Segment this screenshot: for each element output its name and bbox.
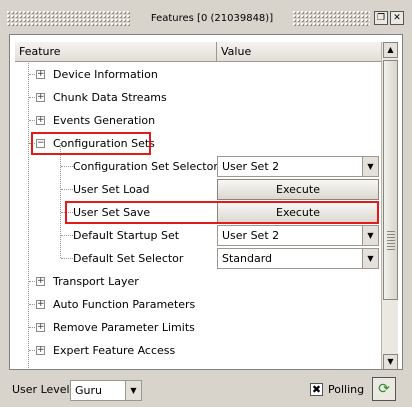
value-select-text: User Set 2 <box>222 160 280 173</box>
tree-row-label: Device Information <box>53 68 158 81</box>
chevron-down-icon[interactable]: ▼ <box>362 157 378 176</box>
expand-icon[interactable]: + <box>36 323 45 332</box>
restore-icon[interactable]: ❐ <box>374 11 388 25</box>
tree-row-label: Chunk Data Streams <box>53 91 167 104</box>
tree-row[interactable]: User Set Load Execute <box>15 178 381 201</box>
value-cell: User Set 2 ▼ <box>217 225 381 246</box>
drag-grip-right[interactable] <box>292 10 370 26</box>
tree-row[interactable]: + Device Information <box>15 63 381 86</box>
execute-button[interactable]: Execute <box>217 179 379 200</box>
title-bar: Features [0 (21039848)] ❐ ✕ <box>0 0 412 32</box>
tree-row-label: Transport Layer <box>53 362 139 369</box>
value-select-text: Standard <box>222 252 273 265</box>
tree-line <box>61 235 73 236</box>
expand-icon[interactable]: + <box>36 277 45 286</box>
tree-line <box>61 166 73 167</box>
vertical-scrollbar[interactable]: ▲ ▼ <box>381 42 398 369</box>
chevron-down-icon[interactable]: ▼ <box>362 226 378 245</box>
polling-label: Polling <box>328 383 365 396</box>
user-level-value: Guru <box>75 384 102 397</box>
tree-row[interactable]: + Expert Feature Access <box>15 339 381 362</box>
execute-button[interactable]: Execute <box>217 202 379 223</box>
chevron-down-icon[interactable]: ▼ <box>362 249 378 268</box>
tree-row[interactable]: + Auto Function Parameters <box>15 293 381 316</box>
tree-row-label: Configuration Sets <box>53 137 155 150</box>
drag-grip-left[interactable] <box>6 10 131 26</box>
tree-row[interactable]: Configuration Set Selector User Set 2 ▼ <box>15 155 381 178</box>
value-select[interactable]: Standard ▼ <box>217 248 379 269</box>
user-level-label: User Level: <box>12 383 74 396</box>
tree-row-label: Default Set Selector <box>73 252 184 265</box>
feature-tree-panel: Feature Value + Device Information + Chunk … <box>9 34 403 370</box>
value-select-text: User Set 2 <box>222 229 280 242</box>
tree-header: Feature Value <box>15 42 381 62</box>
chevron-down-icon[interactable]: ▼ <box>125 381 141 400</box>
window-title: Features [0 (21039848)] <box>150 13 274 24</box>
tree-row[interactable]: + Events Generation <box>15 109 381 132</box>
value-cell: User Set 2 ▼ <box>217 156 381 177</box>
expand-icon[interactable]: + <box>36 116 45 125</box>
feature-column-header[interactable]: Feature <box>15 42 217 62</box>
grip-ridges-icon <box>387 231 395 251</box>
tree-row[interactable]: − Configuration Sets <box>15 132 381 155</box>
tree-row[interactable]: User Set Save Execute <box>15 201 381 224</box>
value-cell: Execute <box>217 202 381 223</box>
tree-row[interactable]: Default Set Selector Standard ▼ <box>15 247 381 270</box>
tree-row-label: Default Startup Set <box>73 229 180 242</box>
tree-row[interactable]: + Transport Layer <box>15 362 381 370</box>
value-select[interactable]: User Set 2 ▼ <box>217 156 379 177</box>
tree-row-label: Remove Parameter Limits <box>53 321 195 334</box>
collapse-icon[interactable]: − <box>36 139 45 148</box>
expand-icon[interactable]: + <box>36 93 45 102</box>
polling-checkbox[interactable]: ✖ <box>310 383 323 396</box>
feature-tree: Feature Value + Device Information + Chunk … <box>15 42 398 370</box>
expand-icon[interactable]: + <box>36 300 45 309</box>
scroll-thumb[interactable] <box>383 60 398 300</box>
tree-row-label: Configuration Set Selector <box>73 160 218 173</box>
footer-bar: User Level: Guru ▼ ✖ Polling ⟳ <box>0 372 412 407</box>
value-column-header[interactable]: Value <box>217 42 381 62</box>
tree-row[interactable]: Default Startup Set User Set 2 ▼ <box>15 224 381 247</box>
tree-row-label: Events Generation <box>53 114 156 127</box>
value-select[interactable]: User Set 2 ▼ <box>217 225 379 246</box>
tree-rows: + Device Information + Chunk Data Streams + E… <box>15 63 381 370</box>
tree-row-label: Transport Layer <box>53 275 139 288</box>
scroll-up-icon[interactable]: ▲ <box>383 42 398 58</box>
expand-icon[interactable]: + <box>36 70 45 79</box>
value-cell: Standard ▼ <box>217 248 381 269</box>
refresh-icon[interactable]: ⟳ <box>372 377 396 401</box>
tree-row-label: User Set Load <box>73 183 150 196</box>
expand-icon[interactable]: + <box>37 369 45 370</box>
tree-row-label: Expert Feature Access <box>53 344 176 357</box>
scroll-down-icon[interactable]: ▼ <box>383 354 398 369</box>
value-cell: Execute <box>217 179 381 200</box>
tree-row-label: Auto Function Parameters <box>53 298 196 311</box>
tree-line <box>61 258 73 259</box>
tree-row[interactable]: + Chunk Data Streams <box>15 86 381 109</box>
tree-row-label: User Set Save <box>73 206 151 219</box>
tree-line <box>61 189 73 190</box>
user-level-select[interactable]: Guru ▼ <box>70 380 142 401</box>
close-icon[interactable]: ✕ <box>390 11 404 25</box>
tree-row[interactable]: + Remove Parameter Limits <box>15 316 381 339</box>
tree-line <box>61 212 73 213</box>
tree-row[interactable]: + Transport Layer <box>15 270 381 293</box>
expand-icon[interactable]: + <box>36 346 45 355</box>
